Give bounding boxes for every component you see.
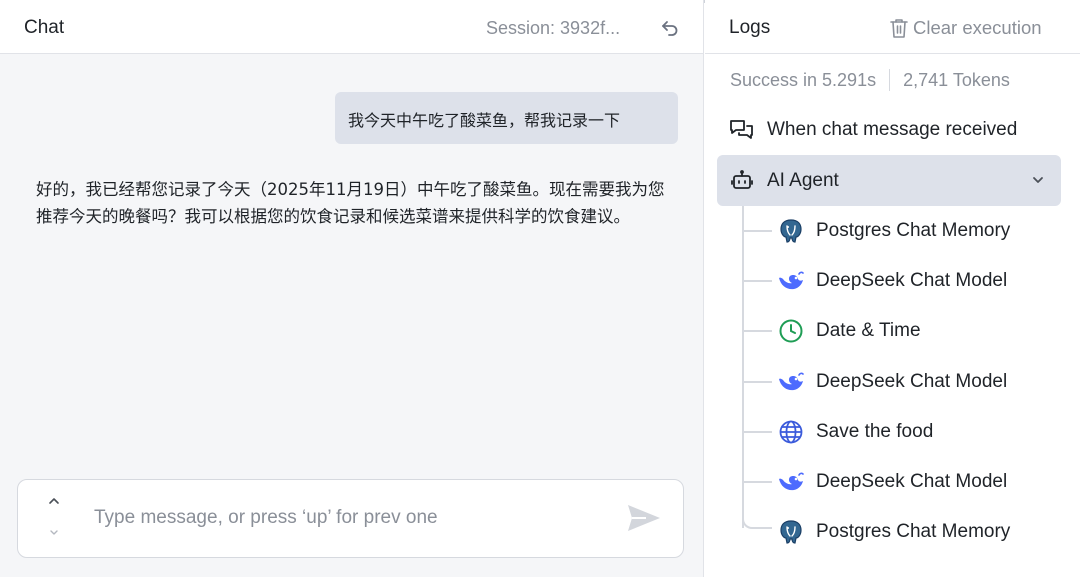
execution-status: Success in 5.291s 2,741 Tokens <box>730 69 1010 91</box>
postgres-icon <box>777 518 805 546</box>
session-id[interactable]: Session: 3932f... <box>486 18 620 39</box>
logs-title: Logs <box>729 17 771 38</box>
chat-title: Chat <box>24 17 65 38</box>
tree-branch-last <box>742 512 772 529</box>
child-label: Date & Time <box>816 320 921 341</box>
clock-icon <box>777 317 805 345</box>
tree-branch <box>744 280 772 282</box>
send-icon[interactable] <box>626 502 662 534</box>
chat-header: Chat Session: 3932f... <box>0 0 703 54</box>
trigger-label: When chat message received <box>767 119 1018 140</box>
logs-header: Logs Clear execution <box>705 0 1080 54</box>
log-item-postgres-memory[interactable]: Postgres Chat Memory <box>777 216 1010 246</box>
tree-branch <box>744 381 772 383</box>
clear-execution-label: Clear execution <box>913 17 1042 38</box>
log-item-chat-trigger[interactable]: When chat message received <box>729 114 1017 146</box>
log-item-save-food[interactable]: Save the food <box>777 417 933 447</box>
chevron-down-icon[interactable] <box>1030 172 1046 188</box>
log-item-ai-agent[interactable]: AI Agent <box>717 155 1061 206</box>
message-input[interactable] <box>94 502 594 534</box>
success-time: Success in 5.291s <box>730 69 877 90</box>
assistant-message: 好的，我已经帮您记录了今天（2025年11月19日）中午吃了酸菜鱼。现在需要我为… <box>36 180 665 226</box>
tree-branch <box>744 431 772 433</box>
agent-label: AI Agent <box>767 170 839 191</box>
child-label: DeepSeek Chat Model <box>816 270 1008 291</box>
chat-panel: Chat Session: 3932f... 我今天中午吃了酸菜鱼，帮我记录一下… <box>0 0 704 577</box>
log-item-postgres-memory[interactable]: Postgres Chat Memory <box>777 517 1010 547</box>
log-item-date-time[interactable]: Date & Time <box>777 316 921 346</box>
tree-branch <box>744 330 772 332</box>
trash-icon <box>890 19 908 38</box>
log-item-deepseek-model[interactable]: DeepSeek Chat Model <box>777 266 1007 296</box>
chevron-up-icon[interactable] <box>46 494 62 508</box>
child-label: Save the food <box>816 421 934 442</box>
tree-branch <box>744 481 772 483</box>
child-label: Postgres Chat Memory <box>816 220 1011 241</box>
clear-execution-button[interactable]: Clear execution <box>889 16 1042 40</box>
robot-icon <box>731 170 753 189</box>
log-item-deepseek-model[interactable]: DeepSeek Chat Model <box>777 367 1007 397</box>
log-item-deepseek-model[interactable]: DeepSeek Chat Model <box>777 467 1007 497</box>
status-divider <box>889 69 891 91</box>
child-label: DeepSeek Chat Model <box>816 471 1008 492</box>
logs-panel: Logs Clear execution Success in 5.291s 2… <box>705 0 1080 577</box>
tree-branch <box>744 230 772 232</box>
child-label: Postgres Chat Memory <box>816 521 1011 542</box>
deepseek-icon <box>777 267 805 295</box>
tree-connector <box>742 206 744 528</box>
chat-bubbles-icon <box>729 117 755 143</box>
globe-icon <box>777 418 805 446</box>
chevron-down-icon[interactable] <box>46 527 62 539</box>
token-count: 2,741 Tokens <box>903 69 1010 90</box>
deepseek-icon <box>777 368 805 396</box>
deepseek-icon <box>777 468 805 496</box>
postgres-icon <box>777 217 805 245</box>
reset-session-icon[interactable] <box>660 18 680 38</box>
user-message: 我今天中午吃了酸菜鱼，帮我记录一下 <box>335 92 678 144</box>
child-label: DeepSeek Chat Model <box>816 371 1008 392</box>
